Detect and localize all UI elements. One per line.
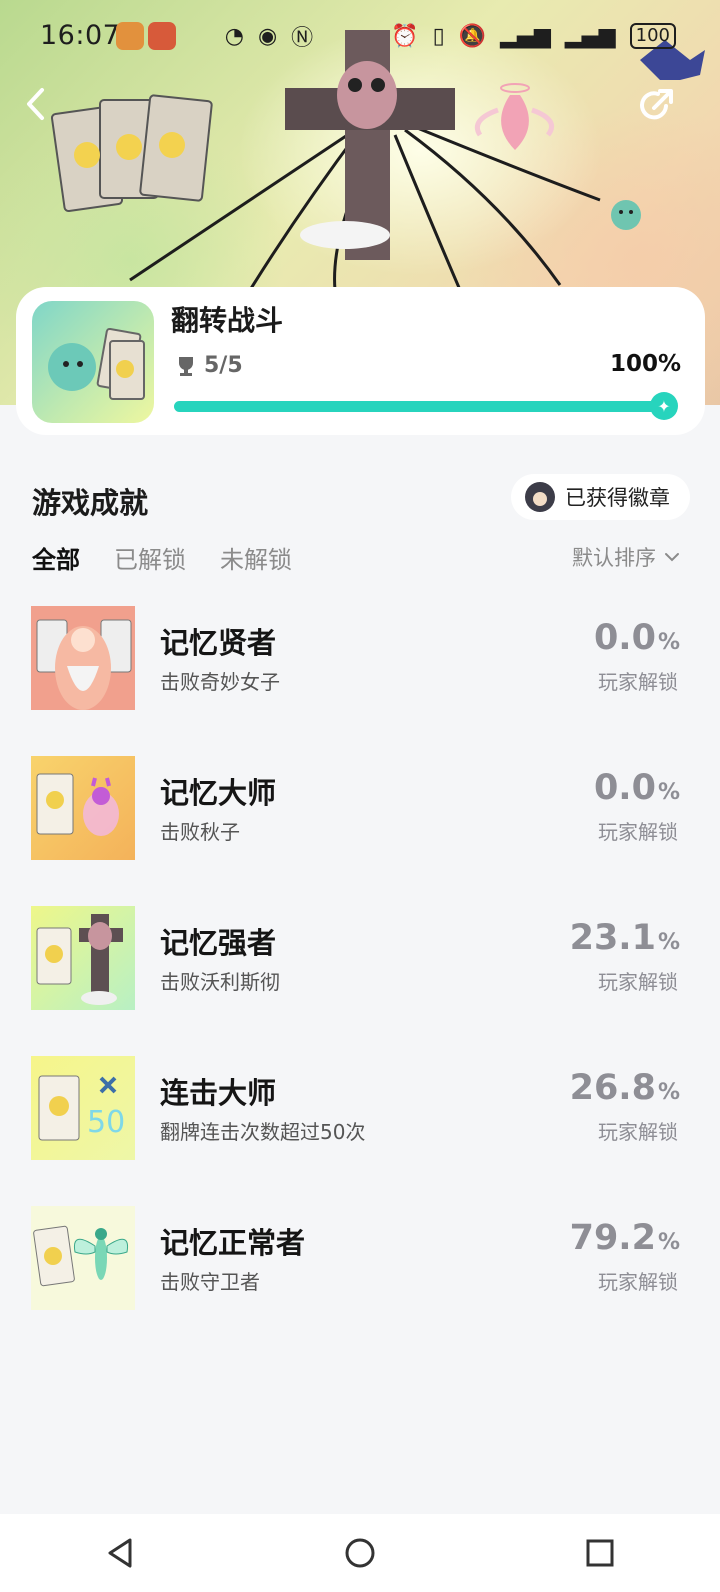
progress-bar: ✦ <box>174 392 678 420</box>
speed-icon: ◔ <box>224 23 244 49</box>
game-title: 翻转战斗 <box>171 304 284 337</box>
status-bar: 16:07 ◔ ◉ Ⓝ ⏰ ▯ 🔕 ▂▄▆ ▂▄▆ 100 <box>0 0 720 72</box>
vibrate-icon: ▯ <box>432 23 445 49</box>
game-icon <box>32 301 154 423</box>
game-info-card: 翻转战斗 5/5 100% ✦ <box>16 287 705 435</box>
achievement-icon <box>31 756 135 860</box>
achievement-tabs: 全部 已解锁 未解锁 <box>32 540 292 575</box>
achievement-unlock-label: 玩家解锁 <box>598 820 678 844</box>
achievement-row[interactable]: 记忆贤者 击败奇妙女子 0.0% 玩家解锁 <box>0 606 720 756</box>
avatar <box>525 482 555 512</box>
notification-app-icon <box>148 22 176 50</box>
achievement-name: 记忆强者 <box>160 926 277 960</box>
svg-text:50: 50 <box>87 1105 125 1140</box>
achievement-icon <box>31 606 135 710</box>
section-title: 游戏成就 <box>32 486 149 520</box>
mute-icon: 🔕 <box>458 23 487 49</box>
battery-icon: 100 <box>629 23 676 49</box>
sort-dropdown[interactable]: 默认排序 <box>572 542 680 572</box>
notification-app-icon <box>116 22 144 50</box>
progress-fill <box>174 401 670 412</box>
achievement-unlock-rate: 0.0% <box>593 768 680 808</box>
chevron-down-icon <box>665 553 679 562</box>
status-icons: ◔ ◉ Ⓝ ⏰ ▯ 🔕 ▂▄▆ ▂▄▆ 100 <box>225 20 676 52</box>
earned-badges-button[interactable]: 已获得徽章 <box>511 474 690 520</box>
share-icon <box>640 89 673 120</box>
signal-icon: ▂▄▆ <box>500 23 551 49</box>
achievement-row[interactable]: 50 连击大师 翻牌连击次数超过50次 26.8% 玩家解锁 <box>0 1056 720 1206</box>
achievement-name: 记忆贤者 <box>160 626 277 660</box>
achievement-unlock-label: 玩家解锁 <box>598 970 678 994</box>
achievement-name: 连击大师 <box>160 1076 277 1110</box>
progress-percent: 100% <box>609 351 681 377</box>
sort-label: 默认排序 <box>572 546 656 570</box>
achievement-desc: 击败奇妙女子 <box>160 670 280 694</box>
tab-unlocked[interactable]: 已解锁 <box>114 540 186 575</box>
achievement-unlock-label: 玩家解锁 <box>598 1120 678 1144</box>
achievement-unlock-label: 玩家解锁 <box>598 670 678 694</box>
status-time: 16:07 <box>40 20 121 51</box>
recents-square-icon[interactable] <box>582 1535 618 1571</box>
tab-all[interactable]: 全部 <box>32 540 80 575</box>
alarm-icon: ⏰ <box>391 23 419 49</box>
earned-badges-label: 已获得徽章 <box>565 486 670 510</box>
achievement-unlock-rate: 79.2% <box>569 1218 680 1258</box>
achievement-desc: 击败沃利斯彻 <box>160 970 280 994</box>
trophy-icon <box>179 356 193 376</box>
achievement-row[interactable]: 记忆大师 击败秋子 0.0% 玩家解锁 <box>0 756 720 906</box>
system-navigation-bar <box>0 1514 720 1592</box>
trophy-count-text: 5/5 <box>204 353 243 378</box>
achievement-row[interactable]: 记忆正常者 击败守卫者 79.2% 玩家解锁 <box>0 1206 720 1356</box>
achievement-desc: 击败秋子 <box>160 820 240 844</box>
achievement-desc: 击败守卫者 <box>160 1270 260 1294</box>
achievement-icon: 50 <box>31 1056 135 1160</box>
achievement-unlock-rate: 26.8% <box>569 1068 680 1108</box>
hotspot-icon: ◉ <box>257 23 278 49</box>
sparkle-icon: ✦ <box>650 392 678 420</box>
nfc-icon: Ⓝ <box>291 26 314 51</box>
tab-locked[interactable]: 未解锁 <box>220 540 292 575</box>
chevron-left-icon <box>27 88 44 120</box>
achievement-icon <box>31 906 135 1010</box>
back-triangle-icon[interactable] <box>102 1535 138 1571</box>
signal-icon: ▂▄▆ <box>564 23 616 49</box>
achievement-list: 记忆贤者 击败奇妙女子 0.0% 玩家解锁 记忆大师 击败秋子 0.0% 玩家解… <box>0 606 720 1356</box>
achievement-name: 记忆大师 <box>160 776 277 810</box>
game-icon-art <box>48 327 145 400</box>
achievement-name: 记忆正常者 <box>160 1226 306 1260</box>
achievement-row[interactable]: 记忆强者 击败沃利斯彻 23.1% 玩家解锁 <box>0 906 720 1056</box>
back-button[interactable] <box>22 86 70 134</box>
achievement-icon <box>31 1206 135 1310</box>
share-button[interactable] <box>636 86 684 134</box>
achievement-unlock-label: 玩家解锁 <box>598 1270 678 1294</box>
trophy-count: 5/5 <box>176 353 243 378</box>
achievement-unlock-rate: 0.0% <box>593 618 680 658</box>
achievement-desc: 翻牌连击次数超过50次 <box>160 1120 366 1144</box>
home-circle-icon[interactable] <box>342 1535 378 1571</box>
achievement-unlock-rate: 23.1% <box>569 918 680 958</box>
